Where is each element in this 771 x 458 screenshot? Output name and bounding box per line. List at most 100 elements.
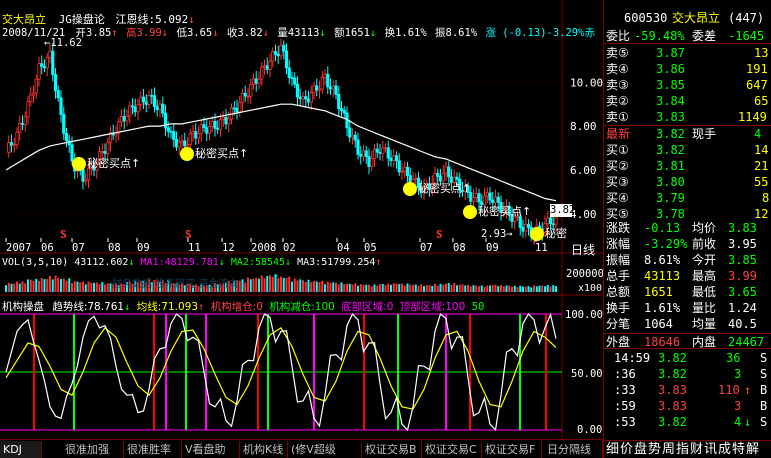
volume-bar: [502, 286, 505, 292]
candle-body: [172, 131, 176, 140]
tab-quanzheng-f[interactable]: 权证交易F: [482, 441, 542, 458]
stat-value: -0.13: [644, 221, 681, 235]
tab-quanzheng-b[interactable]: 权证交易B: [362, 441, 422, 458]
volume-bar: [414, 284, 417, 292]
sell-price: 3.83: [656, 110, 685, 124]
candle-body: [290, 77, 294, 79]
candle-body: [221, 116, 225, 120]
stat-label: 最低: [692, 285, 717, 299]
tab-kdj[interactable]: KDJ: [0, 441, 42, 458]
ind-title: 机构操盘: [2, 301, 44, 313]
tick-row: :59 3.83 3 B: [604, 398, 771, 414]
volume-bar: [5, 285, 7, 292]
stat-value: 3.99: [728, 269, 757, 283]
tab-jigou-kline[interactable]: 机构K线: [240, 441, 288, 458]
volume-bar: [318, 282, 321, 292]
sell-volume: 13: [754, 46, 769, 60]
candle-body: [337, 93, 341, 109]
candle-body: [12, 143, 16, 146]
volume-bar: [280, 276, 282, 292]
candle-body: [238, 102, 242, 113]
smiley-icon: [72, 157, 86, 171]
candle-body: [271, 51, 275, 62]
stat-label: 均价: [692, 221, 717, 235]
candle-body: [265, 65, 269, 70]
last-label: 最新: [606, 127, 631, 141]
volume-bar: [505, 285, 508, 292]
candle-body: [331, 85, 335, 90]
x-tick-label: 08: [453, 242, 466, 254]
volume-bar: [409, 284, 412, 292]
volume-bar: [326, 281, 329, 292]
tick-price: 3.83: [658, 383, 687, 397]
quote-bottom-tabs-text[interactable]: 细价盘势周指财讯成特解: [606, 441, 760, 458]
volume-bar: [464, 285, 467, 292]
tab-v-kanpan[interactable]: V看盘助手: [182, 441, 240, 458]
candle-body: [386, 147, 390, 159]
volume-bar: [425, 285, 428, 292]
header-amount: 额1651: [334, 27, 370, 39]
buy-point-label-2: 秘密买点↑: [180, 145, 248, 161]
volume-bar: [398, 284, 401, 292]
volume-bar: [431, 285, 434, 292]
tick-side: B: [760, 399, 768, 413]
vol-title: VOL(3,5,10): [2, 257, 69, 268]
sell-label: 卖①: [606, 110, 629, 124]
tick-time: :36: [614, 367, 636, 381]
candle-body: [40, 63, 44, 67]
ind-top: 顶部区域:100: [399, 301, 466, 313]
volume-bar: [453, 282, 456, 292]
stat-label: 量比: [692, 301, 717, 315]
period-label[interactable]: 日线: [571, 241, 595, 258]
volume-bar: [549, 286, 552, 292]
candle-body: [31, 92, 36, 96]
volume-bar: [472, 285, 475, 292]
candle-body: [279, 44, 283, 57]
volume-bar: [428, 285, 431, 292]
stat-label: 前收: [692, 237, 717, 251]
stat-value: -3.29%: [644, 237, 688, 251]
sell-order-row: 卖③ 3.85 647: [604, 77, 771, 93]
candle-body: [328, 86, 333, 90]
tab-quanzheng-c[interactable]: 权证交易C: [422, 441, 482, 458]
tab-henzhun-shenglv[interactable]: 很准胜率: [124, 441, 182, 458]
buy-order-row: 买④ 3.79 8: [604, 190, 771, 206]
sell-mark: S: [60, 228, 67, 241]
volume-bar: [392, 283, 395, 292]
tick-side: B: [760, 383, 768, 397]
ind-reduce: 机构减仓:100: [269, 301, 335, 313]
ind-fifty: 50: [471, 301, 485, 313]
volume-bar: [343, 284, 346, 292]
candle-body: [312, 85, 316, 94]
header-high: 高3.99: [126, 27, 162, 39]
stat-row: 总额 1651 最低 3.65: [604, 284, 771, 300]
tab-rifenge[interactable]: 日分隔线: [544, 441, 603, 458]
stat-value: 3.83: [728, 221, 757, 235]
sell-volume: 647: [746, 78, 768, 92]
volume-bar: [544, 286, 546, 292]
tab-henzhun-jiaqiang[interactable]: 很准加强: [62, 441, 124, 458]
last-value: 3.82: [656, 127, 685, 141]
stat-row: 分笔 1064 均量 40.5: [604, 316, 771, 332]
candle-body: [342, 110, 346, 114]
last-price-tag: 3.82: [550, 204, 576, 217]
tab-super-macd[interactable]: (修V超级MACD: [288, 441, 362, 458]
quote-panel: 600530 交大昂立 (447) 委比 -59.48% 委差 -1645 卖⑤…: [603, 0, 771, 458]
volume-bar: [351, 284, 354, 292]
volume-bar: [29, 279, 32, 292]
volume-bar: [527, 286, 530, 292]
quote-bottom-tabs[interactable]: 细价盘势周指财讯成特解: [604, 440, 771, 458]
volume-bar: [35, 278, 38, 292]
candle-body: [334, 85, 338, 95]
volume-bar: [252, 278, 255, 292]
candle-body: [100, 151, 104, 153]
vol-faint-overlay: 财务数据 股东研究 资金流向: [112, 279, 239, 290]
volume-bar: [38, 280, 40, 292]
candle-body: [485, 192, 489, 197]
candle-body: [139, 96, 143, 106]
volume-bar: [65, 280, 68, 292]
y-tick-label: 6.00: [570, 164, 597, 177]
candle-body: [260, 66, 264, 80]
candle-body: [309, 92, 313, 103]
volume-bar: [403, 285, 406, 292]
